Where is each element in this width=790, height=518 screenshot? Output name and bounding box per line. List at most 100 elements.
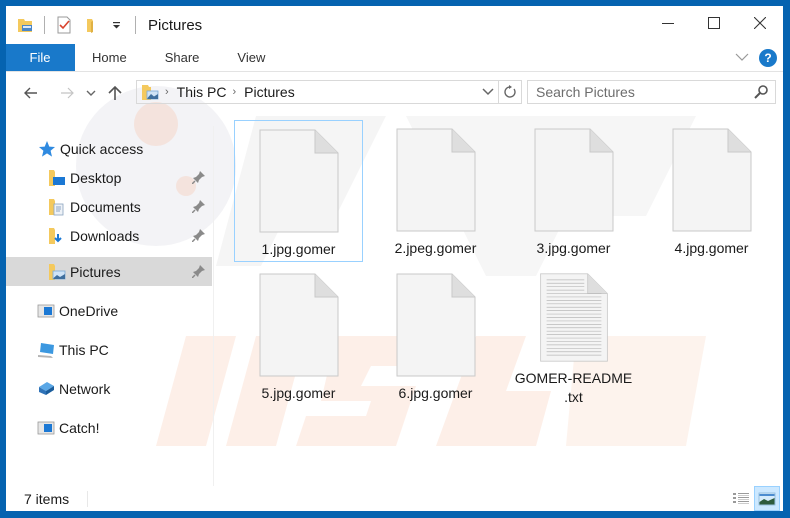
up-button[interactable] <box>104 82 126 104</box>
file-name: 5.jpg.gomer <box>261 385 336 401</box>
maximize-button[interactable] <box>691 6 737 40</box>
breadcrumb-separator: › <box>232 86 237 98</box>
sidebar-item-network[interactable]: Network <box>6 374 212 403</box>
checkmark-document-icon[interactable] <box>55 16 73 34</box>
sidebar-item-downloads[interactable]: Downloads <box>6 221 212 250</box>
item-count: 7 items <box>24 490 70 507</box>
file-item[interactable]: GOMER-README .txt <box>509 265 638 407</box>
recent-locations-button[interactable] <box>84 82 98 104</box>
blank-file-icon <box>259 273 338 377</box>
file-name: 3.jpg.gomer <box>536 240 611 256</box>
blank-file-icon <box>259 129 338 233</box>
star-icon <box>38 140 56 158</box>
breadcrumb-this-pc[interactable]: This PC <box>177 84 227 100</box>
pictures-folder-icon <box>141 83 159 101</box>
file-item[interactable]: 6.jpg.gomer <box>371 265 500 407</box>
window-title: Pictures <box>148 16 203 34</box>
file-name: 2.jpeg.gomer <box>394 240 477 256</box>
text-file-icon <box>539 273 608 362</box>
sidebar-item-catch[interactable]: Catch! <box>6 413 212 442</box>
pin-icon[interactable] <box>191 199 206 216</box>
folder-properties-icon[interactable] <box>16 16 34 34</box>
view-switcher <box>728 486 780 511</box>
window-controls <box>645 6 783 40</box>
sidebar-item-label: Pictures <box>70 263 121 280</box>
sidebar-item-pictures[interactable]: Pictures <box>6 257 212 286</box>
sidebar-item-label: Documents <box>70 198 141 215</box>
ribbon-right-controls: ? <box>735 44 777 72</box>
sidebar-item-label: Network <box>59 380 111 397</box>
close-button[interactable] <box>737 6 783 40</box>
file-item[interactable]: 5.jpg.gomer <box>234 265 363 407</box>
minimize-button[interactable] <box>645 6 691 40</box>
chevron-down-icon <box>482 88 494 96</box>
search-box[interactable] <box>527 80 776 104</box>
blank-file-icon <box>672 128 751 232</box>
blank-file-icon <box>534 128 613 232</box>
close-icon <box>754 17 766 29</box>
refresh-button[interactable] <box>498 81 521 103</box>
title-bar: Pictures <box>6 6 783 44</box>
sidebar-item-label: Catch! <box>59 419 100 436</box>
forward-arrow-icon <box>61 87 74 99</box>
breadcrumb: › This PC › Pictures <box>137 83 295 101</box>
forward-button[interactable] <box>56 82 78 104</box>
blank-file-icon <box>396 273 475 377</box>
tab-view[interactable]: View <box>218 44 284 71</box>
tab-file[interactable]: File <box>6 44 75 71</box>
pin-icon[interactable] <box>191 170 206 187</box>
navigation-pane: Quick access Desktop Documents Downloads <box>6 126 214 486</box>
pin-icon[interactable] <box>191 228 206 245</box>
file-item[interactable]: 3.jpg.gomer <box>509 120 638 262</box>
details-view-icon <box>733 492 749 504</box>
sidebar-item-label: Desktop <box>70 169 122 186</box>
sidebar-item-desktop[interactable]: Desktop <box>6 163 212 192</box>
tab-home[interactable]: Home <box>75 44 146 71</box>
sidebar-item-quick-access[interactable]: Quick access <box>6 134 212 163</box>
catch-drive-icon <box>37 419 55 437</box>
onedrive-icon <box>37 302 55 320</box>
back-arrow-icon <box>24 87 37 99</box>
sidebar-item-label: Quick access <box>60 140 144 157</box>
desktop-folder-icon <box>48 169 66 187</box>
help-button[interactable]: ? <box>759 49 777 67</box>
file-item[interactable]: 1.jpg.gomer <box>234 120 363 262</box>
this-pc-icon <box>37 341 55 359</box>
navigation-bar: › This PC › Pictures <box>6 76 783 110</box>
sidebar-item-this-pc[interactable]: This PC <box>6 335 212 364</box>
chevron-down-icon <box>86 90 96 96</box>
file-name: 4.jpg.gomer <box>674 240 749 256</box>
file-explorer-window: Pictures File Home Share View ? › This P… <box>6 6 783 511</box>
address-history-dropdown[interactable] <box>479 81 497 103</box>
details-view-button[interactable] <box>728 486 754 511</box>
tab-share[interactable]: Share <box>146 44 219 71</box>
new-folder-icon[interactable] <box>83 16 101 34</box>
large-icons-view-button[interactable] <box>754 486 780 511</box>
blank-file-icon <box>396 128 475 232</box>
breadcrumb-pictures[interactable]: Pictures <box>244 84 295 100</box>
expand-ribbon-button[interactable] <box>735 49 749 67</box>
customize-dropdown-icon[interactable] <box>111 16 123 34</box>
file-item[interactable]: 4.jpg.gomer <box>647 120 776 262</box>
maximize-icon <box>708 17 720 29</box>
file-list: 1.jpg.gomer 2.jpeg.gomer 3.jpg.gomer 4.j… <box>219 114 779 486</box>
breadcrumb-separator: › <box>165 86 169 98</box>
ribbon-tabs: File Home Share View ? <box>6 44 783 72</box>
status-separator <box>87 490 89 507</box>
status-bar: 7 items <box>6 486 783 511</box>
refresh-icon <box>504 85 516 98</box>
sidebar-item-documents[interactable]: Documents <box>6 192 212 221</box>
address-bar[interactable]: › This PC › Pictures <box>136 80 522 104</box>
file-item[interactable]: 2.jpeg.gomer <box>371 120 500 262</box>
sidebar-item-label: This PC <box>59 341 109 358</box>
pin-icon[interactable] <box>191 264 206 281</box>
back-button[interactable] <box>20 82 42 104</box>
toolbar-separator <box>44 16 45 34</box>
up-arrow-icon <box>108 85 122 100</box>
sidebar-item-onedrive[interactable]: OneDrive <box>6 296 212 325</box>
file-name: 1.jpg.gomer <box>261 241 336 257</box>
search-input[interactable] <box>528 84 738 100</box>
documents-folder-icon <box>48 198 66 216</box>
file-name: 6.jpg.gomer <box>398 385 473 401</box>
search-icon[interactable] <box>753 84 769 105</box>
